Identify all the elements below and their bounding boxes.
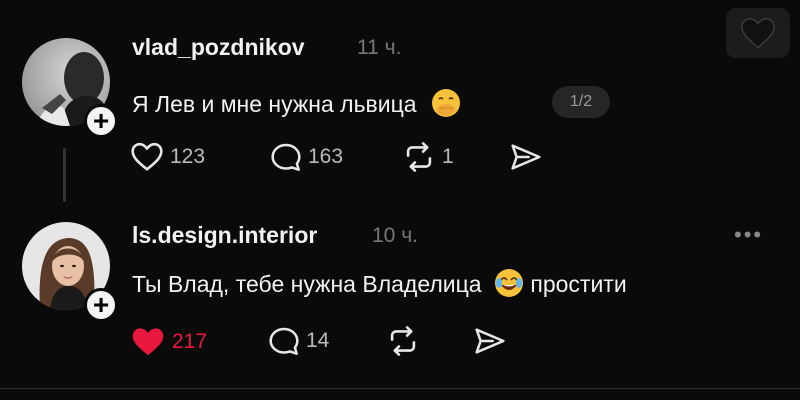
like-count: 217 <box>172 330 208 353</box>
avatar-wrap: + <box>22 222 118 322</box>
heart-filled-icon <box>132 328 164 356</box>
divider <box>0 388 800 389</box>
username[interactable]: ls.design.interior <box>132 222 317 249</box>
heart-reaction-button[interactable] <box>726 8 790 58</box>
face-with-tears-of-joy-emoji-icon <box>494 268 524 304</box>
username[interactable]: vlad_pozdnikov <box>132 34 305 61</box>
post-text: Я Лев и мне нужна львица <box>132 88 461 124</box>
like-button[interactable]: 123 <box>130 142 205 172</box>
repost-count: 1 <box>442 145 454 168</box>
comment-bubble-icon <box>269 327 299 355</box>
like-count: 123 <box>170 145 206 168</box>
comment-count: 14 <box>306 329 330 352</box>
follow-plus-button[interactable]: + <box>84 104 118 138</box>
black-heart-icon <box>741 18 775 49</box>
repost-button[interactable]: 1 <box>402 142 454 172</box>
post-text-content: Я Лев и мне нужна львица <box>132 91 417 118</box>
face-with-hand-over-mouth-emoji-icon <box>431 88 461 124</box>
post-text-before: Ты Влад, тебе нужна Владелица <box>132 271 482 298</box>
heart-outline-icon <box>131 142 163 171</box>
repost-icon <box>406 142 432 172</box>
post-text: Ты Влад, тебе нужна Владелица простити <box>132 268 627 304</box>
post-time: 11 ч. <box>357 36 402 59</box>
share-button[interactable] <box>510 142 542 172</box>
repost-icon <box>390 326 416 356</box>
send-icon <box>511 144 541 170</box>
avatar-wrap: + <box>22 38 118 138</box>
follow-plus-button[interactable]: + <box>84 288 118 322</box>
comment-button[interactable]: 163 <box>270 142 343 172</box>
comment-button[interactable]: 14 <box>268 326 329 356</box>
repost-button[interactable] <box>386 326 420 356</box>
like-button[interactable]: 217 <box>130 326 207 358</box>
comment-count: 163 <box>308 145 344 168</box>
thread-line <box>63 148 66 202</box>
carousel-page-indicator: 1/2 <box>552 86 610 118</box>
post-text-after: простити <box>530 271 627 298</box>
comment-bubble-icon <box>271 143 301 171</box>
more-options-icon[interactable]: ••• <box>734 222 763 248</box>
share-button[interactable] <box>474 326 506 356</box>
send-icon <box>475 328 505 354</box>
post-time: 10 ч. <box>372 224 418 247</box>
